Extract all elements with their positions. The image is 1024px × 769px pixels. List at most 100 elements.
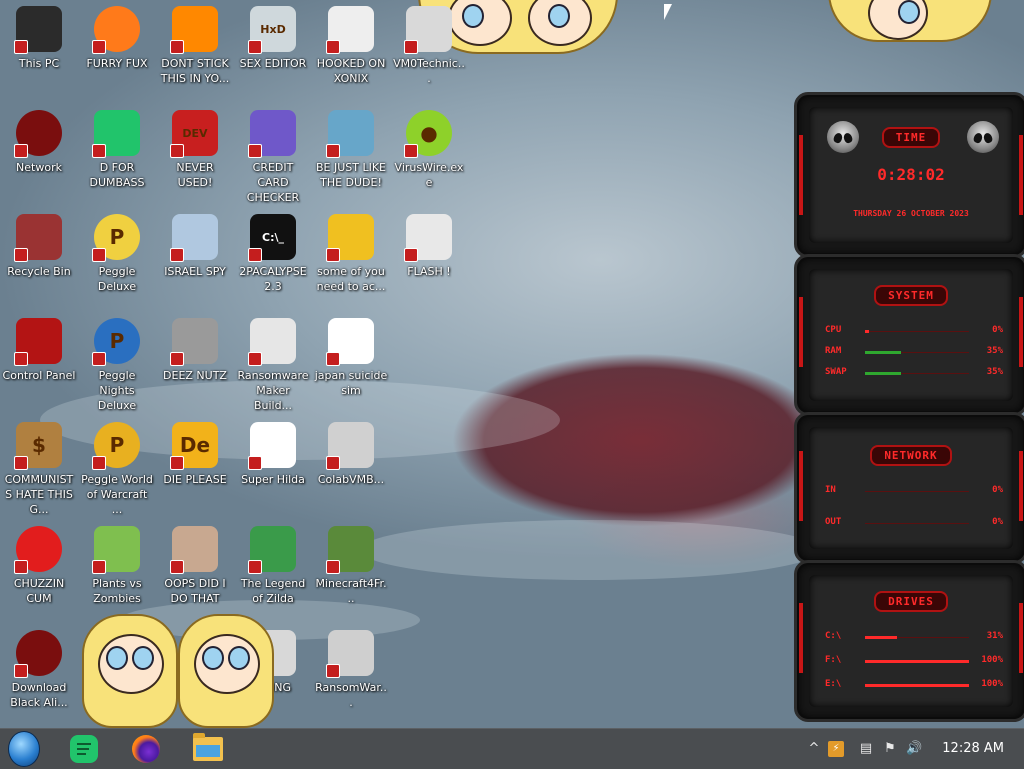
widget-row-key: E:\: [825, 679, 842, 689]
start-button[interactable]: [8, 731, 40, 767]
desktop-icon-label: Ransomware Maker Build...: [237, 369, 309, 412]
widget-row-bar: [865, 372, 969, 375]
desktop-icon-portrait[interactable]: OOPS DID I DO THAT: [158, 526, 232, 606]
shortcut-arrow-icon: [170, 560, 184, 574]
desktop-icon-vm[interactable]: VM0Technic...: [392, 6, 466, 86]
wallpaper-wave: [360, 520, 820, 580]
dude-icon: [326, 110, 374, 158]
volume-icon[interactable]: 🔊: [906, 741, 922, 757]
shortcut-arrow-icon: [14, 456, 28, 470]
desktop-icon-recycle-bin[interactable]: Recycle Bin: [2, 214, 76, 279]
network-widget: NETWORK IN 0% OUT 0%: [794, 412, 1024, 564]
shortcut-arrow-icon: [326, 664, 340, 678]
desktop-icon-minecraft[interactable]: Minecraft4Fr...: [314, 526, 388, 606]
widget-row-bar: [865, 636, 969, 639]
pvz-icon: [92, 526, 140, 574]
taskbar-file-explorer-button[interactable]: [192, 733, 224, 765]
peggle-nights-icon: P: [92, 318, 140, 366]
desktop-icon-devcpp[interactable]: DEV NEVER USED!: [158, 110, 232, 190]
desktop-icon-spy[interactable]: ISRAEL SPY: [158, 214, 232, 279]
drives-widget: DRIVES C:\ 31% F:\ 100% E:\ 100%: [794, 560, 1024, 722]
shortcut-arrow-icon: [14, 664, 28, 678]
desktop-icon-peggle-nights[interactable]: P Peggle Nights Deluxe: [80, 318, 154, 413]
desktop-icon-monitor[interactable]: ColabVMB...: [314, 422, 388, 487]
desktop-icon-label: some of you need to ac...: [316, 265, 386, 293]
shortcut-arrow-icon: [404, 248, 418, 262]
shortcut-arrow-icon: [248, 248, 262, 262]
taskbar-firefox-button[interactable]: [130, 733, 162, 765]
widget-row-bar: [865, 491, 969, 492]
widget-row: IN 0%: [825, 485, 1003, 499]
terminal-icon: C:\_: [248, 214, 296, 262]
desktop-icon-alien[interactable]: Download Black Ali...: [2, 630, 76, 710]
shortcut-arrow-icon: [170, 456, 184, 470]
network-warning-icon[interactable]: ▤: [858, 741, 874, 757]
desktop-icon-peggle-wow[interactable]: P Peggle World of Warcraft ...: [80, 422, 154, 517]
desktop-icon-control-panel[interactable]: Control Panel: [2, 318, 76, 383]
system-widget-title: SYSTEM: [874, 285, 948, 306]
desktop-icon-label: Peggle World of Warcraft ...: [81, 473, 153, 516]
desktop-icon-lime[interactable]: ● VirusWire.exe: [392, 110, 466, 190]
discord-icon: [92, 110, 140, 158]
lime-icon: ●: [404, 110, 452, 158]
desktop-icon-hilda[interactable]: Super Hilda: [236, 422, 310, 487]
widget-row-fill: [865, 660, 969, 663]
shortcut-arrow-icon: [326, 456, 340, 470]
time-widget-date: THURSDAY 26 OCTOBER 2023: [853, 209, 969, 218]
xonix-icon: [326, 6, 374, 54]
desktop-icon-skull[interactable]: RansomWar...: [314, 630, 388, 710]
taskbar: ^ ⚡ ▤ ⚑ 🔊 12:28 AM: [0, 728, 1024, 769]
taskbar-clock[interactable]: 12:28 AM: [942, 741, 1004, 756]
desktop-icon-label: Recycle Bin: [7, 265, 71, 278]
desktop-icon-label: Network: [16, 161, 62, 174]
desktop-icon-discord[interactable]: D FOR DUMBASS: [80, 110, 154, 190]
desktop-icon-stack[interactable]: DEEZ NUTZ: [158, 318, 232, 383]
desktop-icon-zilda[interactable]: The Legend of Zilda: [236, 526, 310, 606]
shortcut-arrow-icon: [248, 40, 262, 54]
shortcut-arrow-icon: [14, 560, 28, 574]
widget-row-bar: [865, 523, 969, 524]
desktop-icon-firefox[interactable]: FURRY FUX: [80, 6, 154, 71]
desktop-icon-vlc[interactable]: DONT STICK THIS IN YO...: [158, 6, 232, 86]
desktop-icon-peggle[interactable]: P Peggle Deluxe: [80, 214, 154, 294]
desktop-icon-window[interactable]: Ransomware Maker Build...: [236, 318, 310, 413]
desktop-icon-de[interactable]: De DIE PLEASE: [158, 422, 232, 487]
widget-row: F:\ 100%: [825, 655, 1003, 669]
hxd-icon: HxD: [248, 6, 296, 54]
desktop-icon-sim[interactable]: japan suicide sim: [314, 318, 388, 398]
widget-row-key: RAM: [825, 346, 842, 356]
action-center-icon[interactable]: ⚑: [882, 741, 898, 757]
desktop-icon-pvz[interactable]: Plants vs Zombies: [80, 526, 154, 606]
desktop-icon-network[interactable]: Network: [2, 110, 76, 175]
shortcut-arrow-icon: [326, 352, 340, 366]
shortcut-arrow-icon: [404, 144, 418, 158]
desktop-icon-dude[interactable]: BE JUST LIKE THE DUDE!: [314, 110, 388, 190]
desktop-icon-money-bag[interactable]: $ COMMUNISTS HATE THIS G...: [2, 422, 76, 517]
shortcut-arrow-icon: [14, 352, 28, 366]
widget-row-bar: [865, 351, 969, 354]
desktop-icon-credit-card[interactable]: CREDIT CARD CHECKER: [236, 110, 310, 205]
credit-card-icon: [248, 110, 296, 158]
desktop-icon-terminal[interactable]: C:\_ 2PACALYPSE 2.3: [236, 214, 310, 294]
system-widget: SYSTEM CPU 0% RAM 35% SWAP 35%: [794, 254, 1024, 416]
shortcut-arrow-icon: [248, 456, 262, 470]
shortcut-arrow-icon: [248, 560, 262, 574]
taskbar-discord-button[interactable]: [68, 733, 100, 765]
shortcut-arrow-icon: [92, 144, 106, 158]
desktop-icon-chuzzle[interactable]: CHUZZIN CUM: [2, 526, 76, 606]
desktop-icon-dog[interactable]: some of you need to ac...: [314, 214, 388, 294]
desktop-icon-computer[interactable]: This PC: [2, 6, 76, 71]
widget-row-key: F:\: [825, 655, 842, 665]
widget-row-key: C:\: [825, 631, 842, 641]
widget-row-value: 0%: [992, 517, 1003, 527]
spy-icon: [170, 214, 218, 262]
stack-icon: [170, 318, 218, 366]
show-hidden-icons-button[interactable]: ^: [806, 741, 822, 757]
computer-icon: [14, 6, 62, 54]
desktop-icon-xonix[interactable]: HOOKED ON XONIX: [314, 6, 388, 86]
money-bag-icon: $: [14, 422, 62, 470]
desktop-icon-hxd[interactable]: HxD SEX EDITOR: [236, 6, 310, 71]
widget-row-key: CPU: [825, 325, 842, 335]
desktop-icon-flash[interactable]: FLASH !: [392, 214, 466, 279]
tray-app-icon[interactable]: ⚡: [828, 741, 844, 757]
